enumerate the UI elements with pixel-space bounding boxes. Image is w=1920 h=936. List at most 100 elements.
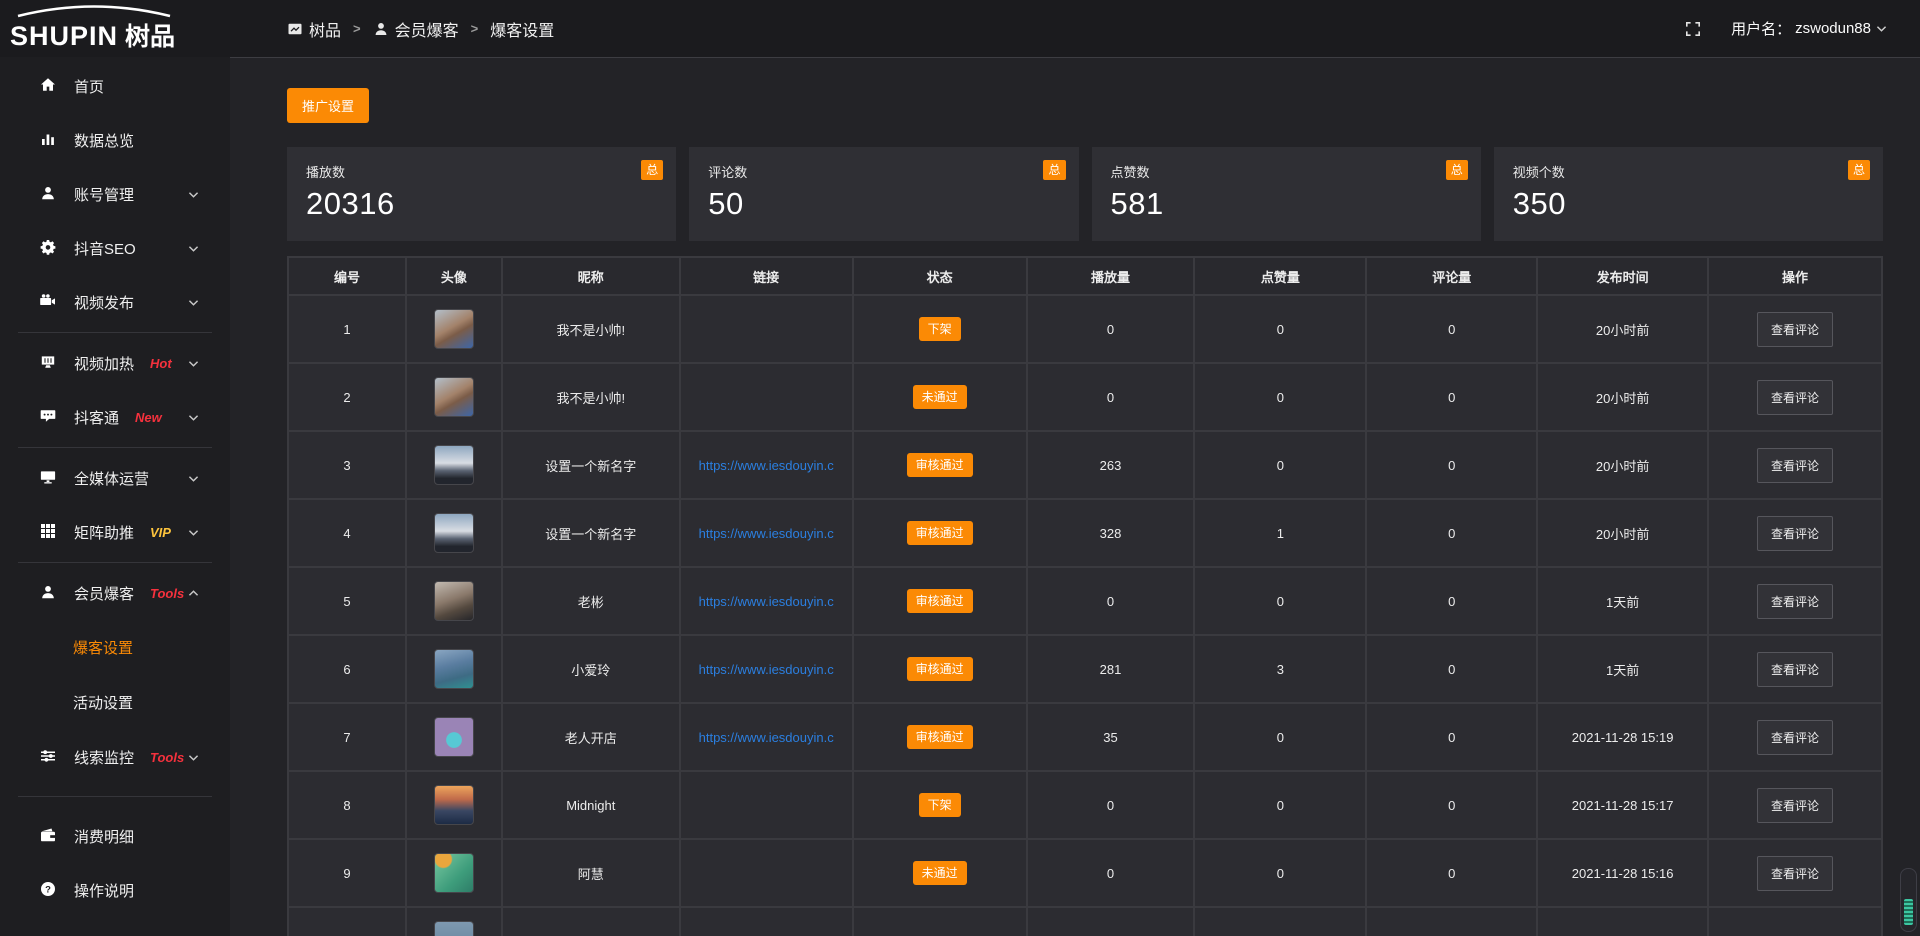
sidebar-item-data-overview[interactable]: 数据总览	[0, 113, 230, 167]
chevron-down-icon	[187, 526, 200, 539]
cell-likes: 3	[1194, 635, 1366, 703]
sidebar-item-label: 抖客通	[74, 407, 119, 428]
breadcrumb-item[interactable]: 树品	[287, 17, 341, 41]
cell-time	[1537, 907, 1708, 936]
cell-nickname: 小爱玲	[502, 635, 680, 703]
stat-card: 点赞数581总	[1092, 147, 1481, 241]
table-column-header: 编号	[288, 257, 406, 295]
cell-action: 查看评论	[1708, 431, 1882, 499]
view-comments-button[interactable]: 查看评论	[1757, 448, 1833, 483]
cell-action: 查看评论	[1708, 703, 1882, 771]
view-comments-button[interactable]: 查看评论	[1757, 856, 1833, 891]
video-link[interactable]: https://www.iesdouyin.c	[699, 662, 834, 677]
stat-card-label: 视频个数	[1513, 162, 1864, 181]
avatar	[434, 377, 474, 417]
sidebar-item-media-operation[interactable]: 全媒体运营	[0, 451, 230, 505]
sidebar-item-clue-monitor[interactable]: 线索监控Tools	[0, 730, 230, 784]
sidebar-item-badge: Hot	[150, 356, 172, 371]
cell-comments: 0	[1366, 703, 1537, 771]
sidebar-subitem-activity-settings[interactable]: 活动设置	[0, 675, 230, 730]
table-row: 8Midnight下架0002021-11-28 15:17查看评论	[288, 771, 1882, 839]
username-value: zswodun88	[1795, 20, 1871, 37]
cell-plays: 263	[1027, 431, 1195, 499]
sidebar-item-label: 视频发布	[74, 292, 134, 313]
sidebar-item-consumption-detail[interactable]: 消费明细	[0, 809, 230, 863]
breadcrumb-label: 树品	[309, 17, 341, 41]
sidebar-item-label: 抖音SEO	[74, 238, 136, 259]
sidebar-subitem-baoke-settings[interactable]: 爆客设置	[0, 620, 230, 675]
sidebar-item-label: 数据总览	[74, 130, 134, 151]
view-comments-button[interactable]: 查看评论	[1757, 652, 1833, 687]
status-badge: 下架	[919, 317, 961, 341]
sidebar: 首页数据总览账号管理抖音SEO视频发布视频加热Hot抖客通New全媒体运营矩阵助…	[0, 57, 230, 936]
view-comments-button[interactable]: 查看评论	[1757, 312, 1833, 347]
cell-comments: 0	[1366, 771, 1537, 839]
cell-avatar	[406, 363, 502, 431]
sidebar-item-operation-guide[interactable]: ?操作说明	[0, 863, 230, 917]
cell-link: https://www.iesdouyin.c	[680, 499, 853, 567]
table-row: 2我不是小帅!未通过00020小时前查看评论	[288, 363, 1882, 431]
cell-time: 2021-11-28 15:16	[1537, 839, 1708, 907]
cell-comments: 0	[1366, 567, 1537, 635]
cell-link: https://www.iesdouyin.c	[680, 635, 853, 703]
sidebar-item-video-heat[interactable]: 视频加热 Hot	[0, 336, 230, 390]
view-comments-button[interactable]: 查看评论	[1757, 584, 1833, 619]
cell-number: 7	[288, 703, 406, 771]
cell-link	[680, 839, 853, 907]
cell-plays: 0	[1027, 363, 1195, 431]
status-badge: 未通过	[913, 861, 967, 885]
cell-comments: 0	[1366, 499, 1537, 567]
sidebar-item-douketong[interactable]: 抖客通New	[0, 390, 230, 444]
view-comments-button[interactable]: 查看评论	[1757, 516, 1833, 551]
cell-nickname: 我不是小帅!	[502, 363, 680, 431]
cell-nickname: 阿慧	[502, 839, 680, 907]
sliders-icon	[40, 748, 58, 766]
view-comments-button[interactable]: 查看评论	[1757, 788, 1833, 823]
video-link[interactable]: https://www.iesdouyin.c	[699, 458, 834, 473]
cell-nickname: 老人开店	[502, 703, 680, 771]
sidebar-item-matrix-boost[interactable]: 矩阵助推VIP	[0, 505, 230, 559]
chevron-down-icon	[187, 242, 200, 255]
video-link[interactable]: https://www.iesdouyin.c	[699, 594, 834, 609]
stat-card-value: 350	[1513, 186, 1864, 222]
sidebar-item-label: 视频加热	[74, 353, 134, 374]
cell-comments: 0	[1366, 839, 1537, 907]
sidebar-item-label: 矩阵助推	[74, 522, 134, 543]
status-badge: 审核通过	[907, 657, 973, 681]
video-link[interactable]: https://www.iesdouyin.c	[699, 526, 834, 541]
sidebar-divider	[18, 332, 212, 333]
cell-link: https://www.iesdouyin.c	[680, 567, 853, 635]
cell-plays: 0	[1027, 295, 1195, 363]
cell-likes	[1194, 907, 1366, 936]
videos-table-wrap: 编号头像昵称链接状态播放量点赞量评论量发布时间操作 1我不是小帅!下架00020…	[287, 256, 1883, 936]
sidebar-item-label: 首页	[74, 76, 104, 97]
table-column-header: 链接	[680, 257, 853, 295]
view-comments-button[interactable]: 查看评论	[1757, 380, 1833, 415]
promo-settings-button[interactable]: 推广设置	[287, 88, 369, 123]
user-menu[interactable]: 用户名：zswodun88	[1731, 18, 1888, 39]
sidebar-item-label: 消费明细	[74, 826, 134, 847]
table-row: 3设置一个新名字https://www.iesdouyin.c审核通过26300…	[288, 431, 1882, 499]
video-link[interactable]: https://www.iesdouyin.c	[699, 730, 834, 745]
breadcrumb-item[interactable]: 会员爆客	[373, 17, 459, 41]
sidebar-item-video-publish[interactable]: 视频发布	[0, 275, 230, 329]
cell-avatar	[406, 295, 502, 363]
cell-plays: 0	[1027, 567, 1195, 635]
wallet-icon	[40, 827, 58, 845]
logo-text-en: SHUPIN	[10, 23, 118, 50]
sidebar-item-douyin-seo[interactable]: 抖音SEO	[0, 221, 230, 275]
fullscreen-icon[interactable]	[1685, 21, 1701, 37]
chevron-up-icon	[187, 587, 200, 600]
videos-table: 编号头像昵称链接状态播放量点赞量评论量发布时间操作 1我不是小帅!下架00020…	[287, 256, 1883, 936]
sidebar-item-account-manage[interactable]: 账号管理	[0, 167, 230, 221]
sidebar-item-home[interactable]: 首页	[0, 59, 230, 113]
logo-arc	[14, 4, 174, 18]
cell-comments: 0	[1366, 431, 1537, 499]
sidebar-item-member-baoke[interactable]: 会员爆客Tools	[0, 566, 230, 620]
cell-action: 查看评论	[1708, 363, 1882, 431]
cell-likes: 1	[1194, 499, 1366, 567]
view-comments-button[interactable]: 查看评论	[1757, 720, 1833, 755]
cell-status: 下架	[853, 295, 1027, 363]
floating-extension-widget[interactable]	[1900, 868, 1917, 932]
video-icon	[40, 293, 58, 311]
